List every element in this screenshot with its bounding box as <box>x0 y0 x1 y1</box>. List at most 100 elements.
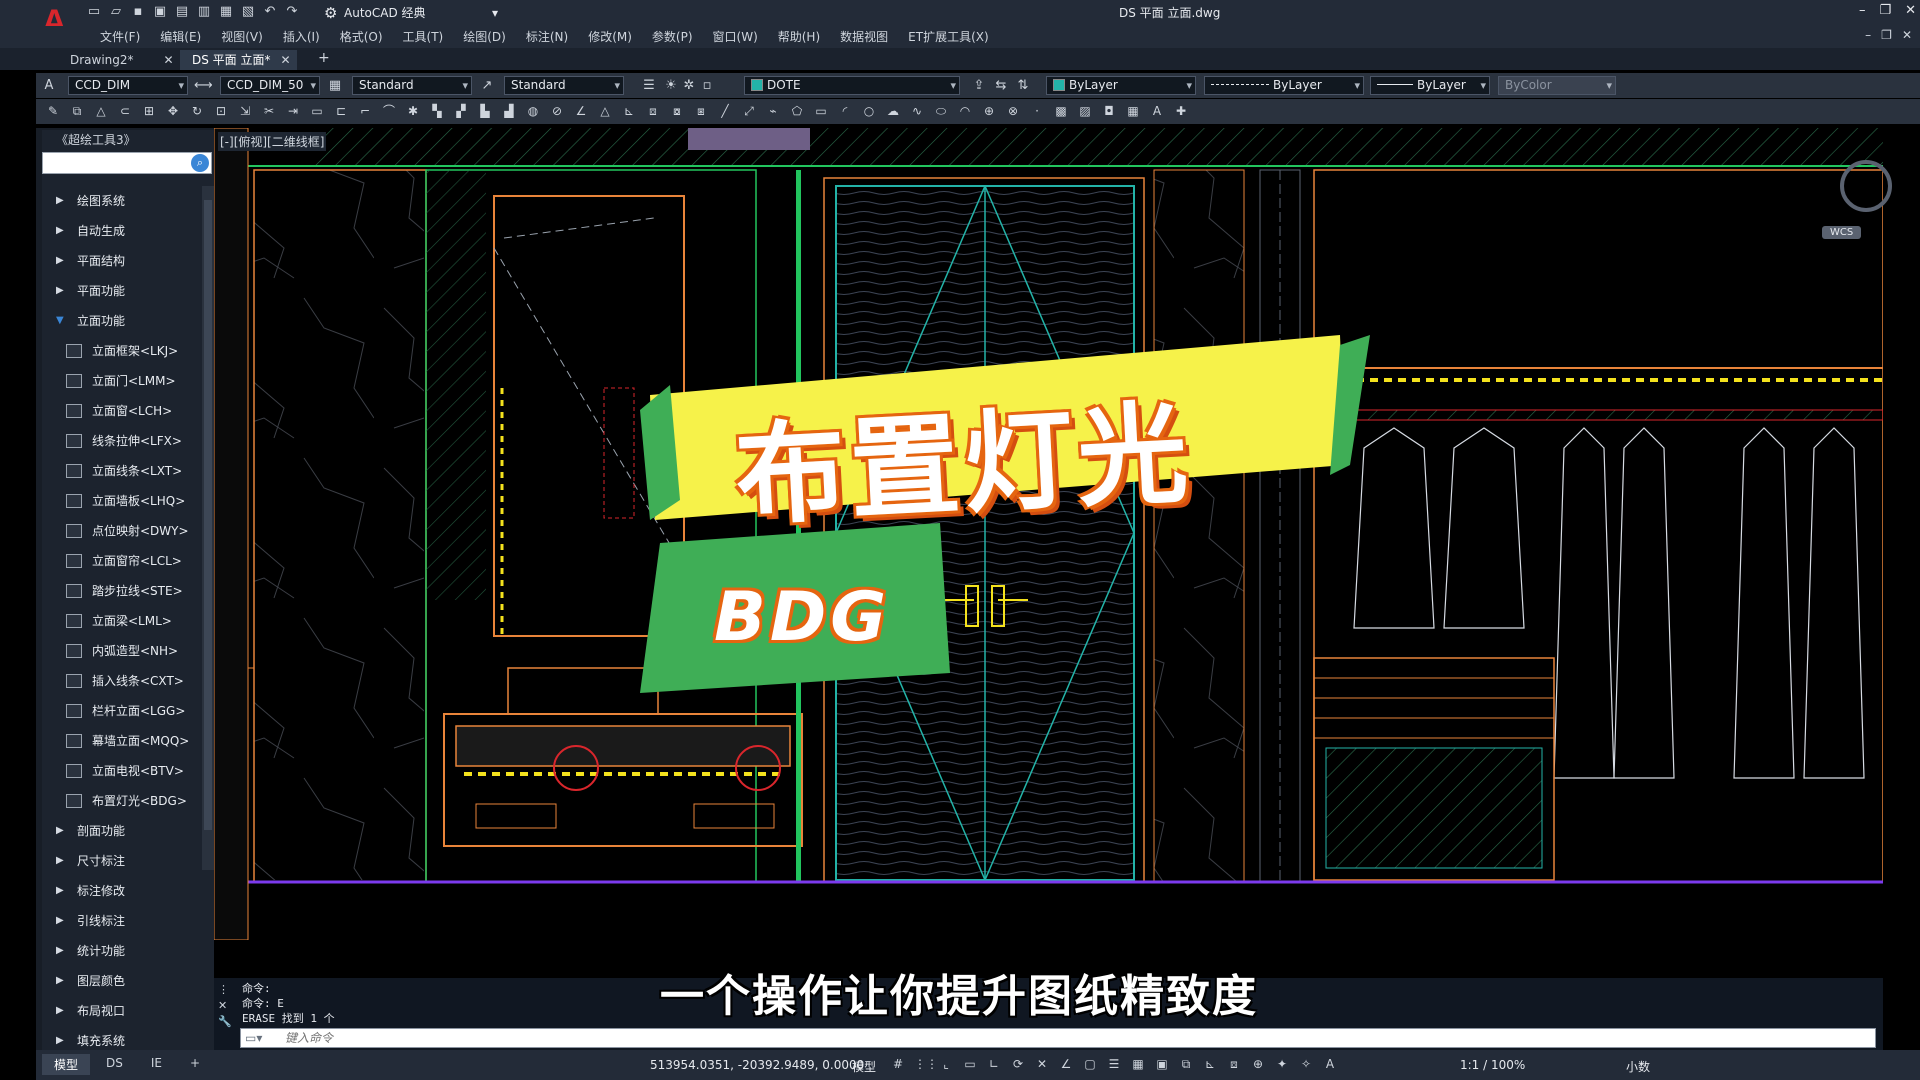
table-style-select[interactable]: Standard <box>352 76 472 95</box>
color-select[interactable]: ByLayer <box>1046 76 1196 95</box>
snap-icon[interactable]: ⋮⋮ <box>914 1056 938 1072</box>
new-tab-icon[interactable]: + <box>318 50 330 66</box>
close-icon[interactable]: ✕ <box>163 50 173 70</box>
palette-tool[interactable]: 立面窗<LCH> <box>42 396 198 426</box>
extend-icon[interactable]: ⇥ <box>284 102 302 120</box>
isodraft-icon[interactable]: ✕ <box>1034 1056 1050 1072</box>
palette-group[interactable]: ▶ 绘图系统 <box>42 186 198 216</box>
palette-group[interactable]: ▶ 引线标注 <box>42 906 198 936</box>
point-icon[interactable]: · <box>1028 102 1046 120</box>
palette-tool[interactable]: 内弧造型<NH> <box>42 636 198 666</box>
menu-item[interactable]: 格式(O) <box>330 29 393 45</box>
polygon-icon[interactable]: ⬠ <box>788 102 806 120</box>
palette-tool[interactable]: 立面梁<LML> <box>42 606 198 636</box>
draworder-back-icon[interactable]: ▞ <box>452 102 470 120</box>
caret-right-icon[interactable]: ▶ <box>56 996 64 1026</box>
multileader-style-select[interactable]: Standard <box>504 76 624 95</box>
restore-icon[interactable]: ❐ <box>1879 3 1891 18</box>
palette-search-input[interactable]: ⌕ <box>42 152 212 174</box>
menu-item[interactable]: 视图(V) <box>211 29 273 45</box>
dynamic-ucs-icon[interactable]: ⊾ <box>1202 1056 1218 1072</box>
minimize-icon[interactable]: – <box>1859 3 1866 18</box>
ellipse-icon[interactable]: ⬭ <box>932 102 950 120</box>
circle-slash-icon[interactable]: ⊘ <box>548 102 566 120</box>
polyline-icon[interactable]: ⌁ <box>764 102 782 120</box>
drawing-canvas[interactable] <box>214 128 1883 940</box>
wipeout-icon[interactable]: ◍ <box>524 102 542 120</box>
add-selected-icon[interactable]: ✚ <box>1172 102 1190 120</box>
caret-right-icon[interactable]: ▶ <box>56 216 64 246</box>
transparency-icon[interactable]: ▦ <box>1130 1056 1146 1072</box>
selection-filter-icon[interactable]: ⧈ <box>1226 1056 1242 1072</box>
palette-tool[interactable]: 点位映射<DWY> <box>42 516 198 546</box>
palette-tool[interactable]: 立面窗帘<LCL> <box>42 546 198 576</box>
chamfer-icon[interactable]: ⌐ <box>356 102 374 120</box>
open-file-icon[interactable]: ▱ <box>108 4 124 20</box>
block-edit-icon[interactable]: ⧇ <box>668 102 686 120</box>
table-icon[interactable]: ▦ <box>1124 102 1142 120</box>
menu-item[interactable]: 参数(P) <box>642 29 703 45</box>
mirror-icon[interactable]: △ <box>92 102 110 120</box>
circle-icon[interactable]: ○ <box>860 102 878 120</box>
palette-group[interactable]: ▶ 平面结构 <box>42 246 198 276</box>
lineweight-select[interactable]: ByLayer <box>1370 76 1490 95</box>
menu-item[interactable]: 标注(N) <box>516 29 578 45</box>
gizmo-icon[interactable]: ⊕ <box>1250 1056 1266 1072</box>
annotation-scale-icon[interactable]: A <box>1322 1056 1338 1072</box>
caret-right-icon[interactable]: ▶ <box>56 906 64 936</box>
doc-close-icon[interactable]: ✕ <box>1902 28 1912 42</box>
rectangle-icon[interactable]: ▭ <box>812 102 830 120</box>
palette-tool[interactable]: 立面线条<LXT> <box>42 456 198 486</box>
menu-item[interactable]: 修改(M) <box>578 29 642 45</box>
palette-group[interactable]: ▶ 图层颜色 <box>42 966 198 996</box>
tab-ds-elevation[interactable]: DS 平面 立面* ✕ <box>180 50 297 70</box>
palette-tool[interactable]: 线条拉伸<LFX> <box>42 426 198 456</box>
tab-model[interactable]: 模型 <box>42 1054 91 1075</box>
make-current-icon[interactable]: ⇪ <box>970 77 988 95</box>
menu-item[interactable]: 数据视图 <box>830 29 898 45</box>
save-as-icon[interactable]: ▣ <box>152 4 168 20</box>
save-icon[interactable]: ▪ <box>130 4 146 20</box>
doc-restore-icon[interactable]: ❐ <box>1881 28 1892 42</box>
palette-tool[interactable]: 立面门<LMM> <box>42 366 198 396</box>
explode-icon[interactable]: ✱ <box>404 102 422 120</box>
palette-tool[interactable]: 立面电视<BTV> <box>42 756 198 786</box>
array-icon[interactable]: ⊞ <box>140 102 158 120</box>
palette-scrollbar[interactable] <box>202 186 214 870</box>
construction-line-icon[interactable]: ⤢ <box>740 102 758 120</box>
dim-style-select[interactable]: CCD_DIM_50 <box>220 76 320 95</box>
arc-icon[interactable]: ◜ <box>836 102 854 120</box>
caret-right-icon[interactable]: ▶ <box>56 966 64 996</box>
palette-group[interactable]: ▶ 自动生成 <box>42 216 198 246</box>
print-icon[interactable]: ▧ <box>240 4 256 20</box>
viewcube-icon[interactable] <box>1840 160 1892 212</box>
tab-drawing2[interactable]: Drawing2* ✕ <box>58 50 174 70</box>
palette-group[interactable]: ▶ 剖面功能 <box>42 816 198 846</box>
polar-icon[interactable]: ⟳ <box>1010 1056 1026 1072</box>
gradient-icon[interactable]: ▨ <box>1076 102 1094 120</box>
command-prompt-icon[interactable]: ▭▾ <box>245 1029 262 1047</box>
scale-icon[interactable]: ⊡ <box>212 102 230 120</box>
pencil-icon[interactable]: ✎ <box>44 102 62 120</box>
plot-icon[interactable]: ▦ <box>218 4 234 20</box>
command-input-box[interactable]: ▭▾ <box>240 1028 1876 1048</box>
3d-osnap-icon[interactable]: ⧉ <box>1178 1056 1194 1072</box>
tab-layout-ds[interactable]: DS <box>94 1054 135 1075</box>
palette-group[interactable]: ▶ 布局视口 <box>42 996 198 1026</box>
palette-tool[interactable]: 栏杆立面<LGG> <box>42 696 198 726</box>
caret-right-icon[interactable]: ▶ <box>56 816 64 846</box>
object-snap-icon[interactable]: ▢ <box>1082 1056 1098 1072</box>
menu-item[interactable]: ET扩展工具(X) <box>898 29 999 45</box>
trim-icon[interactable]: ✂ <box>260 102 278 120</box>
object-snap-tracking-icon[interactable]: ∠ <box>1058 1056 1074 1072</box>
caret-right-icon[interactable]: ▶ <box>56 186 64 216</box>
palette-group[interactable]: ▶ 平面功能 <box>42 276 198 306</box>
linetype-select[interactable]: ByLayer <box>1204 76 1364 95</box>
copy-icon[interactable]: ⧉ <box>68 102 86 120</box>
command-input[interactable] <box>285 1030 1785 1046</box>
undo-icon[interactable]: ↶ <box>262 4 278 20</box>
palette-tool[interactable]: 立面框架<LKJ> <box>42 336 198 366</box>
selection-cycling-icon[interactable]: ▣ <box>1154 1056 1170 1072</box>
palette-tool[interactable]: 插入线条<CXT> <box>42 666 198 696</box>
palette-group[interactable]: ▼ 立面功能 <box>42 306 198 336</box>
